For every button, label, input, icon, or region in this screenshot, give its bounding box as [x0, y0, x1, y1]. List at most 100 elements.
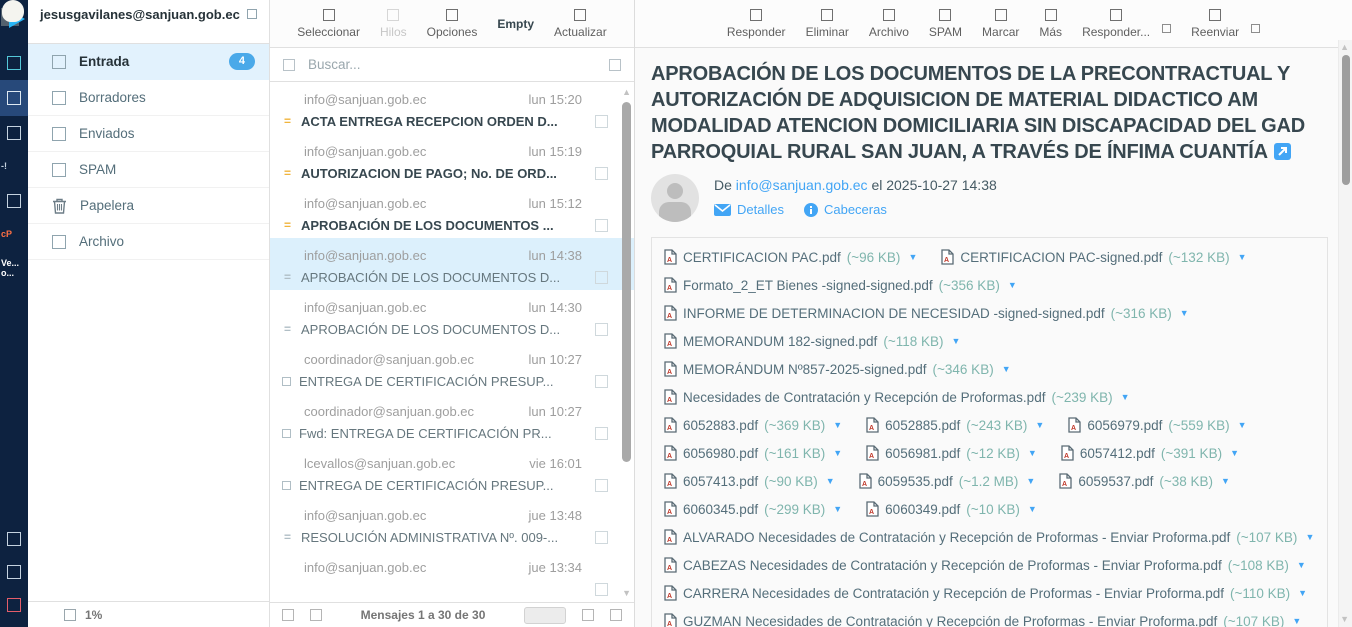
attachment-item[interactable]: A6057412.pdf(~391 KB)▼ [1061, 445, 1239, 461]
dropdown-caret-icon[interactable] [1162, 24, 1171, 33]
message-row[interactable]: info@sanjuan.gob.eclun 14:30=APROBACIÓN … [270, 290, 634, 342]
attachment-item[interactable]: AMEMORANDUM 182-signed.pdf(~118 KB)▼ [664, 333, 960, 349]
headers-button[interactable]: Cabeceras [804, 202, 887, 217]
folder-item-spam[interactable]: SPAM [28, 152, 269, 188]
dropdown-caret-icon[interactable] [1251, 24, 1260, 33]
search-input[interactable] [306, 56, 598, 73]
toolbar-button-responder[interactable]: Responder... [1082, 9, 1150, 39]
message-row[interactable]: info@sanjuan.gob.ecjue 13:48=RESOLUCIÓN … [270, 498, 634, 550]
search-icon[interactable] [283, 59, 295, 71]
toolbar-button-ms[interactable]: Más [1039, 9, 1062, 39]
attachment-dropdown-icon[interactable]: ▼ [1238, 420, 1247, 430]
message-checkbox[interactable] [595, 167, 608, 180]
attachment-dropdown-icon[interactable]: ▼ [1305, 532, 1314, 542]
attachment-item[interactable]: AGUZMAN Necesidades de Contratación y Re… [664, 613, 1301, 627]
message-row[interactable]: info@sanjuan.gob.eclun 15:20=ACTA ENTREG… [270, 82, 634, 134]
footer-last-page-icon[interactable] [610, 609, 622, 621]
attachment-dropdown-icon[interactable]: ▼ [1230, 448, 1239, 458]
rail-bottom-1-icon[interactable] [0, 522, 28, 555]
attachment-dropdown-icon[interactable]: ▼ [833, 448, 842, 458]
account-header[interactable]: jesusgavilanes@sanjuan.gob.ec [28, 0, 269, 44]
toolbar-button-seleccionar[interactable]: Seleccionar [297, 9, 360, 39]
reading-scrollbar-thumb[interactable] [1342, 55, 1350, 185]
attachment-item[interactable]: A6052885.pdf(~243 KB)▼ [866, 417, 1044, 433]
attachment-dropdown-icon[interactable]: ▼ [1180, 308, 1189, 318]
attachment-dropdown-icon[interactable]: ▼ [1221, 476, 1230, 486]
attachment-item[interactable]: ACERTIFICACION PAC.pdf(~96 KB)▼ [664, 249, 917, 265]
toolbar-button-spam[interactable]: SPAM [929, 9, 962, 39]
message-checkbox[interactable] [595, 427, 608, 440]
attachment-dropdown-icon[interactable]: ▼ [1002, 364, 1011, 374]
folder-item-enviados[interactable]: Enviados [28, 116, 269, 152]
folder-item-entrada[interactable]: Entrada4 [28, 44, 269, 80]
attachment-dropdown-icon[interactable]: ▼ [1035, 420, 1044, 430]
account-collapse-icon[interactable] [247, 9, 257, 19]
toolbar-button-opciones[interactable]: Opciones [427, 9, 478, 39]
folder-item-papelera[interactable]: Papelera [28, 188, 269, 224]
attachment-item[interactable]: A6060349.pdf(~10 KB)▼ [866, 501, 1037, 517]
footer-first-page-icon[interactable] [282, 609, 294, 621]
toolbar-button-archivo[interactable]: Archivo [869, 9, 909, 39]
page-number-input[interactable] [524, 607, 566, 624]
rail-bottom-2-icon[interactable] [0, 555, 28, 588]
attachment-item[interactable]: AALVARADO Necesidades de Contratación y … [664, 529, 1314, 545]
attachment-item[interactable]: AFormato_2_ET Bienes -signed-signed.pdf(… [664, 277, 1017, 293]
attachment-item[interactable]: A6052883.pdf(~369 KB)▼ [664, 417, 842, 433]
message-checkbox[interactable] [595, 115, 608, 128]
attachment-dropdown-icon[interactable]: ▼ [1297, 560, 1306, 570]
message-checkbox[interactable] [595, 219, 608, 232]
attachment-item[interactable]: A6060345.pdf(~299 KB)▼ [664, 501, 842, 517]
list-scroll-down-icon[interactable]: ▼ [622, 589, 631, 598]
rail-cpanel-icon[interactable]: cP [0, 218, 28, 252]
attachment-dropdown-icon[interactable]: ▼ [908, 252, 917, 262]
toolbar-button-marcar[interactable]: Marcar [982, 9, 1019, 39]
attachment-dropdown-icon[interactable]: ▼ [1008, 280, 1017, 290]
attachment-dropdown-icon[interactable]: ▼ [1238, 252, 1247, 262]
message-row[interactable]: info@sanjuan.gob.eclun 15:12=APROBACIÓN … [270, 186, 634, 238]
message-checkbox[interactable] [595, 479, 608, 492]
webmail-logo-icon[interactable] [1, 0, 27, 36]
attachment-item[interactable]: ACABEZAS Necesidades de Contratación y R… [664, 557, 1306, 573]
attachment-dropdown-icon[interactable]: ▼ [952, 336, 961, 346]
toolbar-button-eliminar[interactable]: Eliminar [806, 9, 849, 39]
folder-item-archivo[interactable]: Archivo [28, 224, 269, 260]
reading-scrollbar[interactable]: ▲ ▼ [1338, 40, 1352, 627]
toolbar-button-actualizar[interactable]: Actualizar [554, 9, 607, 39]
search-options-icon[interactable] [609, 59, 621, 71]
footer-prev-page-icon[interactable] [310, 609, 322, 621]
message-checkbox[interactable] [595, 323, 608, 336]
rail-logout-icon[interactable] [0, 588, 28, 621]
list-scroll-up-icon[interactable]: ▲ [622, 88, 631, 97]
message-checkbox[interactable] [595, 531, 608, 544]
attachment-item[interactable]: A6056980.pdf(~161 KB)▼ [664, 445, 842, 461]
attachment-item[interactable]: A6059535.pdf(~1.2 MB)▼ [859, 473, 1036, 489]
read-scroll-up-icon[interactable]: ▲ [1340, 43, 1349, 52]
attachment-item[interactable]: A6056981.pdf(~12 KB)▼ [866, 445, 1037, 461]
attachment-dropdown-icon[interactable]: ▼ [1121, 392, 1130, 402]
message-checkbox[interactable] [595, 271, 608, 284]
attachment-dropdown-icon[interactable]: ▼ [833, 420, 842, 430]
folder-item-borradores[interactable]: Borradores [28, 80, 269, 116]
message-row[interactable]: lcevallos@sanjuan.gob.ecvie 16:01ENTREGA… [270, 446, 634, 498]
read-scroll-down-icon[interactable]: ▼ [1340, 615, 1349, 624]
message-checkbox[interactable] [595, 583, 608, 596]
sender-email-link[interactable]: info@sanjuan.gob.ec [736, 177, 868, 193]
message-row[interactable]: info@sanjuan.gob.ecjue 13:34 [270, 550, 634, 602]
message-row[interactable]: coordinador@sanjuan.gob.eclun 10:27Fwd: … [270, 394, 634, 446]
rail-glyph-small[interactable]: -! [0, 150, 28, 184]
list-scrollbar-thumb[interactable] [622, 102, 631, 462]
attachment-dropdown-icon[interactable]: ▼ [1292, 616, 1301, 626]
toolbar-button-empty[interactable]: Empty [497, 17, 534, 31]
attachment-dropdown-icon[interactable]: ▼ [1028, 504, 1037, 514]
attachment-dropdown-icon[interactable]: ▼ [1298, 588, 1307, 598]
rail-app-3-icon[interactable] [0, 184, 28, 218]
message-row[interactable]: coordinador@sanjuan.gob.eclun 10:27ENTRE… [270, 342, 634, 394]
attachment-item[interactable]: AMEMORÁNDUM Nº857-2025-signed.pdf(~346 K… [664, 361, 1011, 377]
details-button[interactable]: Detalles [714, 202, 784, 217]
rail-app-2-icon[interactable] [0, 116, 28, 150]
attachment-dropdown-icon[interactable]: ▼ [826, 476, 835, 486]
attachment-item[interactable]: ACARRERA Necesidades de Contratación y R… [664, 585, 1307, 601]
rail-app-1-icon[interactable] [0, 46, 28, 80]
attachment-dropdown-icon[interactable]: ▼ [1026, 476, 1035, 486]
attachment-dropdown-icon[interactable]: ▼ [1028, 448, 1037, 458]
